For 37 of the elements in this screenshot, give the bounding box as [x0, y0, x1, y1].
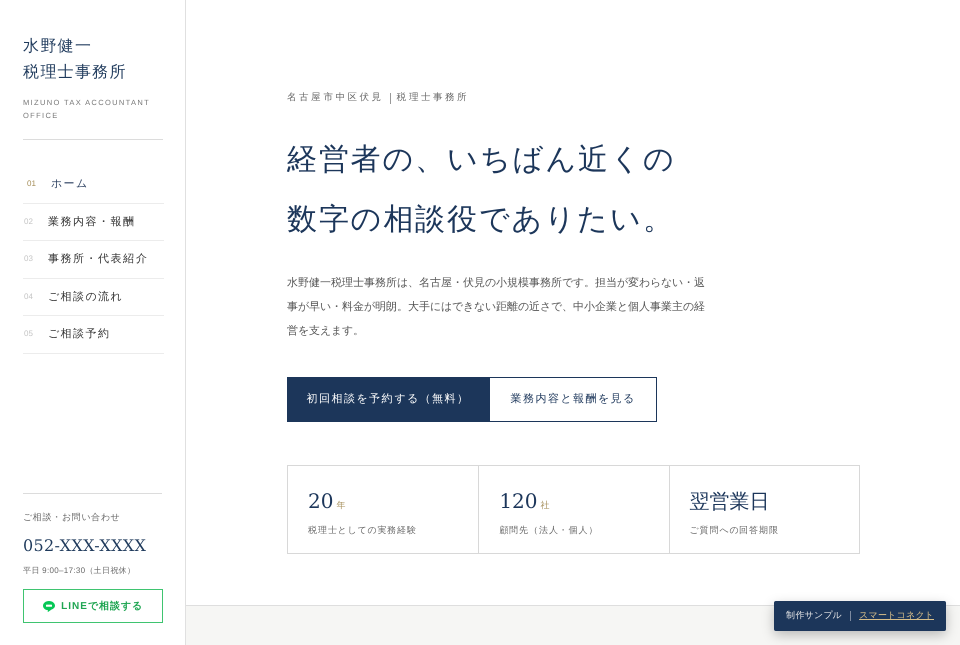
company-link[interactable]: スマートコネクト: [859, 609, 934, 623]
nav-item[interactable]: 01 ホーム: [23, 166, 164, 204]
nav-label: ご相談の流れ: [48, 290, 124, 304]
stat-label: ご質問への回答期限: [690, 524, 780, 537]
business-hours: 平日 9:00–17:30（土日祝休）: [23, 565, 136, 577]
office-name: 水野健一 税理士事務所: [23, 35, 128, 83]
nav-label: 業務内容・報酬: [48, 214, 136, 230]
stat-unit: 年: [336, 499, 346, 512]
nav-number: 02: [24, 216, 33, 228]
nav-label: 事務所・代表紹介: [48, 252, 148, 267]
stat-value: 翌営業日: [690, 488, 770, 514]
stat-label: 顧問先（法人・個人）: [499, 524, 600, 537]
stat-unit: 社: [540, 499, 550, 512]
stat-value: 120: [499, 488, 538, 514]
contact-heading: ご相談・お問い合わせ: [23, 511, 122, 524]
headline-line: 数字の相談役でありたい。: [287, 201, 675, 239]
nav-number: 05: [24, 328, 33, 340]
stat-value: 20: [308, 488, 334, 514]
sample-label: 制作サンプル: [786, 609, 842, 622]
services-button[interactable]: 業務内容と報酬を見る: [489, 377, 657, 422]
nav-item[interactable]: 02 業務内容・報酬: [23, 204, 164, 241]
headline-line: 経営者の、いちばん近くの: [287, 141, 676, 179]
nav-number: 01: [27, 178, 36, 190]
office-tagline: 税理士事務所: [396, 91, 470, 105]
nav-item[interactable]: 05 ご相談予約: [23, 316, 164, 354]
phone-number: 052-XXX-XXXX: [23, 536, 148, 556]
nav-number: 03: [24, 253, 33, 266]
location-tagline: 名古屋市中区伏見: [287, 91, 384, 105]
chat-bubble-icon: [43, 600, 56, 612]
intro-paragraph: 水野健一税理士事務所は、名古屋・伏見の小規模事務所です。担当が変わらない・返事が早い・料金が明朗。大手にはできない距離の近さで、中小企業と個人事業主の経営を支えます。: [287, 276, 706, 339]
reserve-button[interactable]: 初回相談を予約する（無料）: [287, 377, 489, 422]
nav-number: 04: [24, 290, 33, 303]
nav-label: ご相談予約: [48, 327, 111, 342]
nav-label: ホーム: [51, 177, 89, 192]
nav-item[interactable]: 03 事務所・代表紹介: [23, 241, 164, 278]
stat-label: 税理士としての実務経験: [308, 524, 418, 537]
nav-item[interactable]: 04 ご相談の流れ: [23, 278, 164, 316]
